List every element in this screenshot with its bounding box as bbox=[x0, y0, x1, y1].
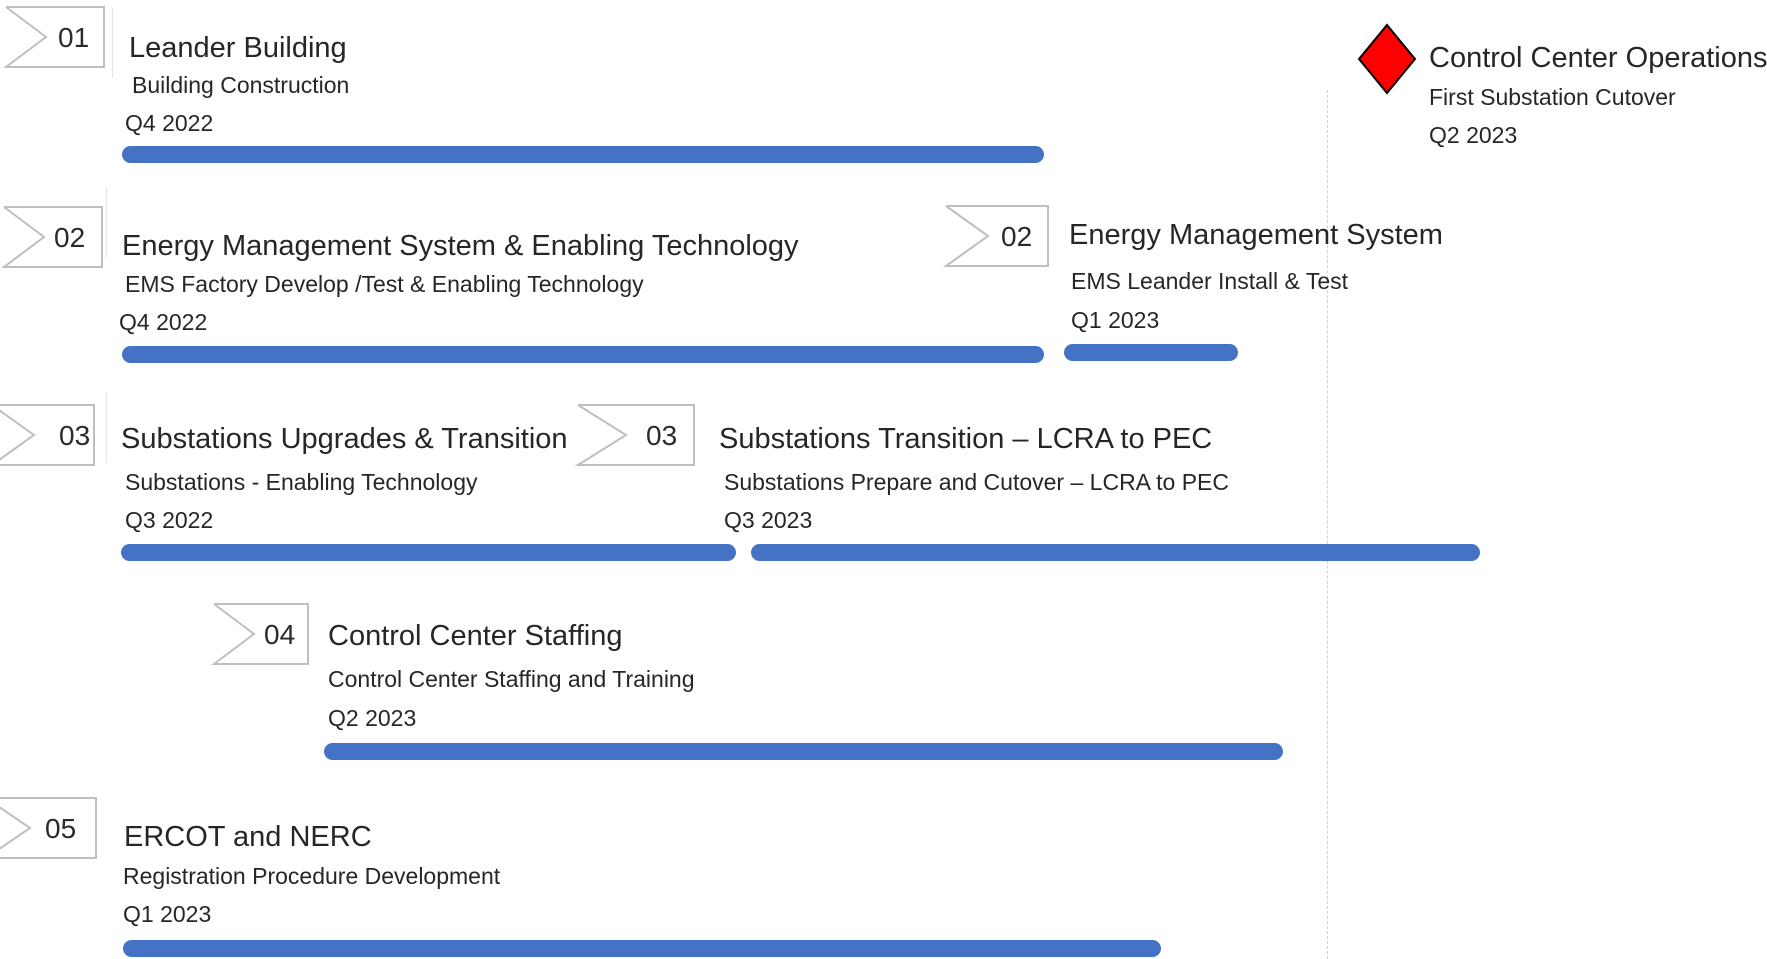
phase-date: Q4 2022 bbox=[125, 110, 214, 136]
phase-subtitle: Control Center Staffing and Training bbox=[328, 666, 695, 692]
phase-badge: 01 bbox=[2, 6, 106, 68]
timeline-bar bbox=[122, 346, 1044, 363]
phase-subtitle: Substations - Enabling Technology bbox=[125, 469, 478, 495]
phase-date: Q1 2023 bbox=[1071, 307, 1160, 333]
milestone-date: Q2 2023 bbox=[1429, 122, 1518, 148]
chevron-badge-icon bbox=[574, 404, 695, 466]
phase-subtitle: Registration Procedure Development bbox=[123, 863, 501, 889]
phase-badge: 04 bbox=[211, 603, 310, 665]
phase-number: 03 bbox=[59, 420, 91, 451]
phase-badge: 02 bbox=[942, 205, 1050, 267]
phase-number: 04 bbox=[264, 619, 296, 650]
timeline-bar bbox=[123, 940, 1161, 957]
timeline-bar bbox=[1064, 344, 1238, 361]
phase-date: Q1 2023 bbox=[123, 901, 212, 927]
phase-date: Q3 2022 bbox=[125, 507, 214, 533]
chevron-badge-icon bbox=[942, 205, 1049, 267]
phase-badge: 03 bbox=[574, 404, 696, 466]
phase-title: Substations Upgrades & Transition bbox=[121, 423, 568, 455]
phase-title: Control Center Staffing bbox=[328, 620, 623, 652]
red-diamond-icon bbox=[1357, 23, 1417, 95]
badge-separator bbox=[106, 392, 107, 462]
timeline-bar bbox=[122, 146, 1044, 163]
phase-badge: 03 bbox=[0, 404, 96, 466]
badge-separator bbox=[106, 188, 107, 258]
phase-badge: 05 bbox=[0, 797, 98, 859]
phase-date: Q2 2023 bbox=[328, 705, 417, 731]
phase-title: Energy Management System bbox=[1069, 219, 1443, 251]
timeline-bar bbox=[324, 743, 1283, 760]
phase-title: ERCOT and NERC bbox=[124, 821, 372, 853]
phase-subtitle: EMS Leander Install & Test bbox=[1071, 268, 1348, 294]
phase-number: 02 bbox=[1001, 221, 1033, 252]
phase-number: 01 bbox=[58, 22, 90, 53]
badge-separator bbox=[112, 8, 113, 78]
phase-date: Q4 2022 bbox=[119, 309, 208, 335]
phase-number: 02 bbox=[54, 222, 86, 253]
chevron-badge-icon bbox=[211, 603, 309, 665]
timeline-bar bbox=[121, 544, 736, 561]
phase-date: Q3 2023 bbox=[724, 507, 813, 533]
chevron-badge-icon bbox=[2, 6, 105, 68]
phase-badge: 02 bbox=[0, 206, 104, 268]
milestone-subtitle: First Substation Cutover bbox=[1429, 84, 1676, 110]
milestone-title: Control Center Operations bbox=[1429, 42, 1767, 74]
phase-subtitle: Building Construction bbox=[132, 72, 350, 98]
phase-title: Energy Management System & Enabling Tech… bbox=[122, 230, 799, 262]
phase-title: Substations Transition – LCRA to PEC bbox=[719, 423, 1213, 455]
phase-number: 05 bbox=[45, 813, 77, 844]
milestone-marker bbox=[1357, 23, 1417, 100]
phase-subtitle: EMS Factory Develop /Test & Enabling Tec… bbox=[125, 271, 644, 297]
timeline-bar bbox=[751, 544, 1480, 561]
phase-number: 03 bbox=[646, 420, 678, 451]
phase-title: Leander Building bbox=[129, 32, 347, 64]
phase-subtitle: Substations Prepare and Cutover – LCRA t… bbox=[724, 469, 1230, 495]
